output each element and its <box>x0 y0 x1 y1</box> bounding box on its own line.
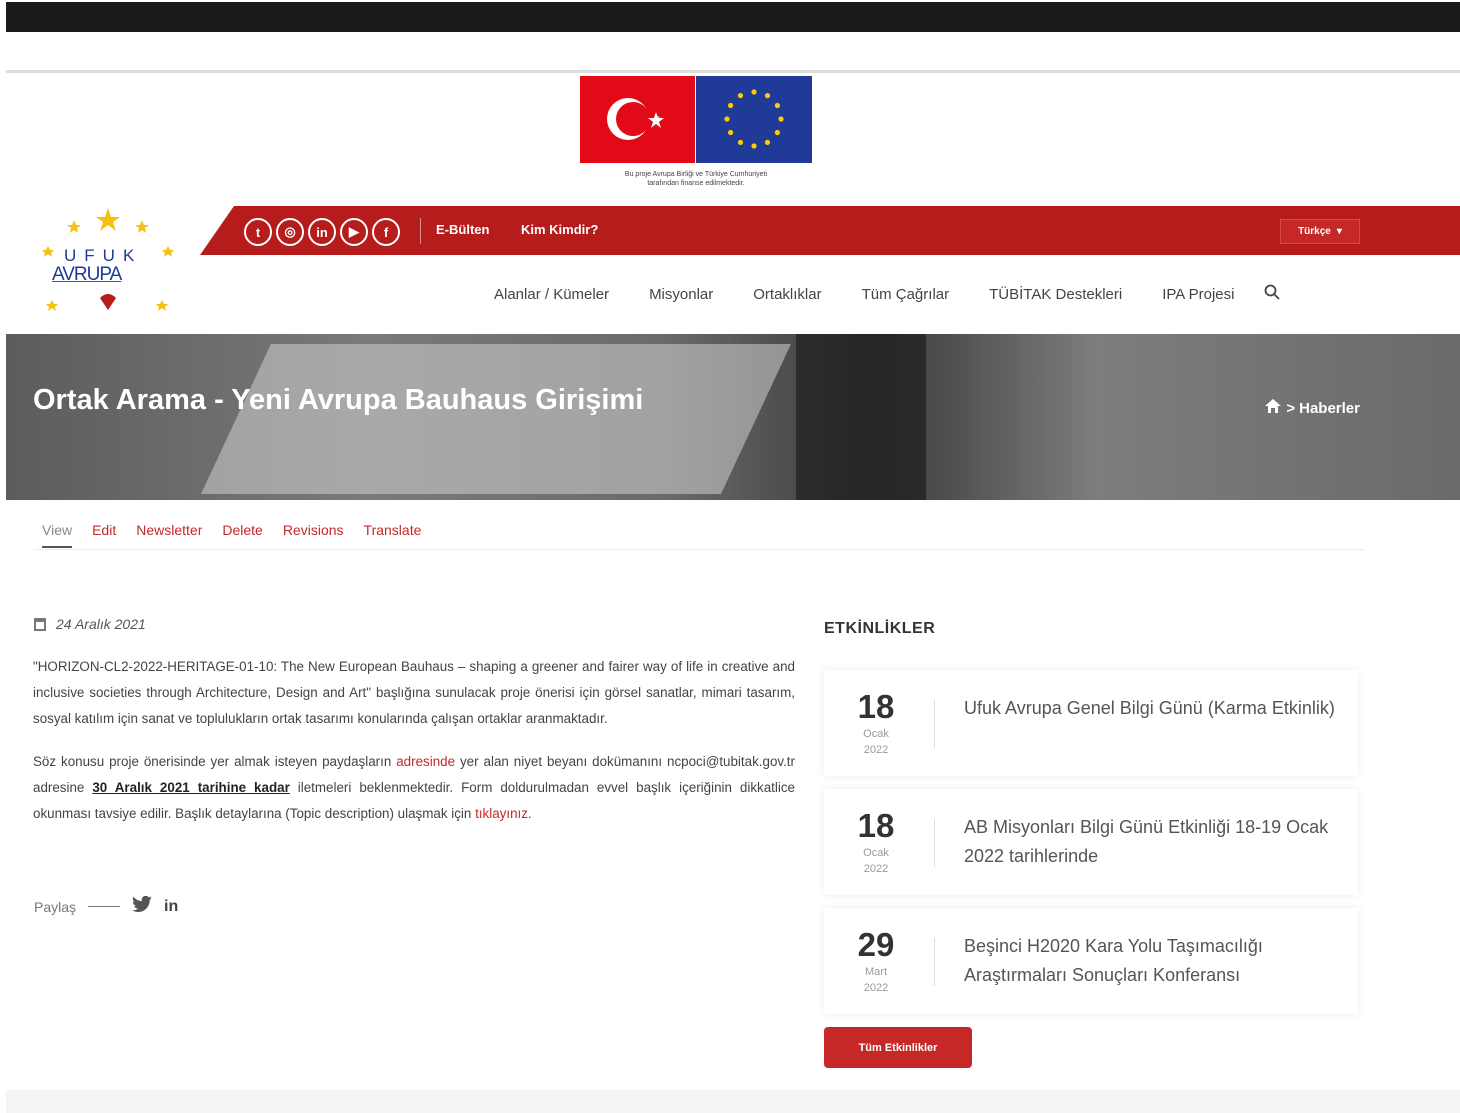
tab-newsletter[interactable]: Newsletter <box>136 522 202 548</box>
event-divider <box>934 700 935 748</box>
funding-caption-line2: tarafından finanse edilmektedir. <box>647 180 745 187</box>
facebook-icon[interactable]: f <box>372 218 400 246</box>
eu-star-icon <box>764 93 771 99</box>
linkedin-icon[interactable]: in <box>164 898 178 916</box>
nav-item-ortakliklar[interactable]: Ortaklıklar <box>753 286 821 303</box>
event-card[interactable]: 29 Mart 2022 Beşinci H2020 Kara Yolu Taş… <box>824 908 1358 1014</box>
article-text: Söz konusu proje önerisinde yer almak is… <box>33 753 397 769</box>
calendar-icon <box>34 617 46 631</box>
event-title[interactable]: Beşinci H2020 Kara Yolu Taşımacılığı Ara… <box>964 932 1344 990</box>
events-heading: ETKİNLİKLER <box>824 620 936 637</box>
tab-edit[interactable]: Edit <box>92 522 116 548</box>
eu-star-icon <box>751 143 757 149</box>
eu-star-icon <box>774 102 780 109</box>
footer-strip <box>6 1090 1460 1113</box>
ufuk-avrupa-logo[interactable]: UFUK AVRUPA <box>34 206 184 326</box>
page-title: Ortak Arama - Yeni Avrupa Bauhaus Girişi… <box>33 384 644 416</box>
search-icon[interactable] <box>1264 284 1281 305</box>
topic-description-link[interactable]: tıklayınız. <box>475 806 532 821</box>
eu-star-icon <box>728 129 734 136</box>
admin-tabs: View Edit Newsletter Delete Revisions Tr… <box>42 522 421 548</box>
eu-star-icon <box>764 139 771 145</box>
event-year: 2022 <box>863 863 889 875</box>
funding-flags <box>580 76 812 166</box>
turkey-flag <box>580 76 695 163</box>
event-title[interactable]: AB Misyonları Bilgi Günü Etkinliği 18-19… <box>964 813 1344 871</box>
event-title[interactable]: Ufuk Avrupa Genel Bilgi Günü (Karma Etki… <box>964 694 1344 723</box>
event-year: 2022 <box>863 982 889 994</box>
nav-item-misyonlar[interactable]: Misyonlar <box>649 286 713 303</box>
eu-flag <box>696 76 812 163</box>
funding-caption-line1: Bu proje Avrupa Birliği ve Türkiye Cumhu… <box>624 171 768 178</box>
browser-top-bar <box>6 2 1460 32</box>
page-hero: Ortak Arama - Yeni Avrupa Bauhaus Girişi… <box>6 334 1460 500</box>
article-paragraph-2: Söz konusu proje önerisinde yer almak is… <box>33 749 795 828</box>
eu-star-icon <box>737 139 744 145</box>
article-date-text: 24 Aralık 2021 <box>56 616 146 632</box>
share-divider <box>88 906 121 907</box>
event-month: Ocak <box>863 847 889 859</box>
youtube-icon[interactable]: ▶ <box>340 218 368 246</box>
nav-item-alanlar[interactable]: Alanlar / Kümeler <box>494 286 609 303</box>
nav-item-tum-cagrilar[interactable]: Tüm Çağrılar <box>862 286 950 303</box>
hero-background-shape <box>796 334 926 500</box>
language-label: Türkçe <box>1298 226 1331 237</box>
event-year: 2022 <box>863 744 889 756</box>
main-nav: Alanlar / Kümeler Misyonlar Ortaklıklar … <box>494 284 1281 305</box>
event-divider <box>934 819 935 867</box>
eu-star-icon <box>724 116 730 122</box>
event-card[interactable]: 18 Ocak 2022 Ufuk Avrupa Genel Bilgi Gün… <box>824 670 1358 776</box>
article-body: "HORIZON-CL2-2022-HERITAGE-01-10: The Ne… <box>33 654 795 843</box>
event-day: 18 <box>857 807 895 844</box>
chevron-down-icon: ▾ <box>1336 226 1342 237</box>
eu-star-icon <box>751 89 757 95</box>
event-day: 29 <box>857 926 895 963</box>
event-month: Ocak <box>863 728 889 740</box>
social-links: t ◎ in ▶ f <box>244 218 400 246</box>
tab-view[interactable]: View <box>42 522 73 548</box>
twitter-icon[interactable]: t <box>244 218 272 246</box>
linkedin-icon[interactable]: in <box>308 218 336 246</box>
breadcrumb-separator: > <box>1286 399 1296 417</box>
twitter-icon[interactable] <box>132 895 153 917</box>
tab-revisions[interactable]: Revisions <box>283 522 344 548</box>
event-divider <box>934 938 935 986</box>
share-label: Paylaş <box>34 898 77 915</box>
nav-item-tubitak-destekleri[interactable]: TÜBİTAK Destekleri <box>989 286 1122 303</box>
kim-kimdir-link[interactable]: Kim Kimdir? <box>521 222 598 237</box>
language-select[interactable]: Türkçe ▾ <box>1280 219 1360 244</box>
breadcrumb-haberler[interactable]: Haberler <box>1299 400 1360 417</box>
event-card[interactable]: 18 Ocak 2022 AB Misyonları Bilgi Günü Et… <box>824 789 1358 895</box>
eu-star-icon <box>728 102 734 109</box>
ebulten-link[interactable]: E-Bülten <box>436 222 489 237</box>
breadcrumb: > Haberler <box>1264 398 1360 418</box>
share-bar: Paylaş in <box>34 895 178 917</box>
event-day: 18 <box>857 688 895 725</box>
eu-star-icon <box>737 93 744 99</box>
tab-delete[interactable]: Delete <box>222 522 262 548</box>
eu-star-icon <box>774 129 780 136</box>
tabs-divider <box>34 549 1364 550</box>
hero-background-shape <box>201 344 791 494</box>
utility-divider <box>420 218 421 244</box>
home-icon[interactable] <box>1264 398 1282 418</box>
nav-item-ipa-projesi[interactable]: IPA Projesi <box>1162 286 1234 303</box>
tab-translate[interactable]: Translate <box>364 522 422 548</box>
eu-star-icon <box>778 116 784 122</box>
event-month: Mart <box>865 966 887 978</box>
article-paragraph-1: "HORIZON-CL2-2022-HERITAGE-01-10: The Ne… <box>33 659 795 727</box>
funding-caption: Bu proje Avrupa Birliği ve Türkiye Cumhu… <box>580 170 812 188</box>
logo-text-avrupa: AVRUPA <box>52 264 122 285</box>
logo-text-ufuk: UFUK <box>64 246 143 265</box>
instagram-icon[interactable]: ◎ <box>276 218 304 246</box>
header-divider <box>6 70 1460 73</box>
adresinde-link[interactable]: adresinde <box>396 754 455 769</box>
deadline-text: 30 Aralık 2021 tarihine kadar <box>92 779 290 795</box>
article-date: 24 Aralık 2021 <box>34 616 146 632</box>
all-events-button[interactable]: Tüm Etkinlikler <box>824 1027 972 1068</box>
